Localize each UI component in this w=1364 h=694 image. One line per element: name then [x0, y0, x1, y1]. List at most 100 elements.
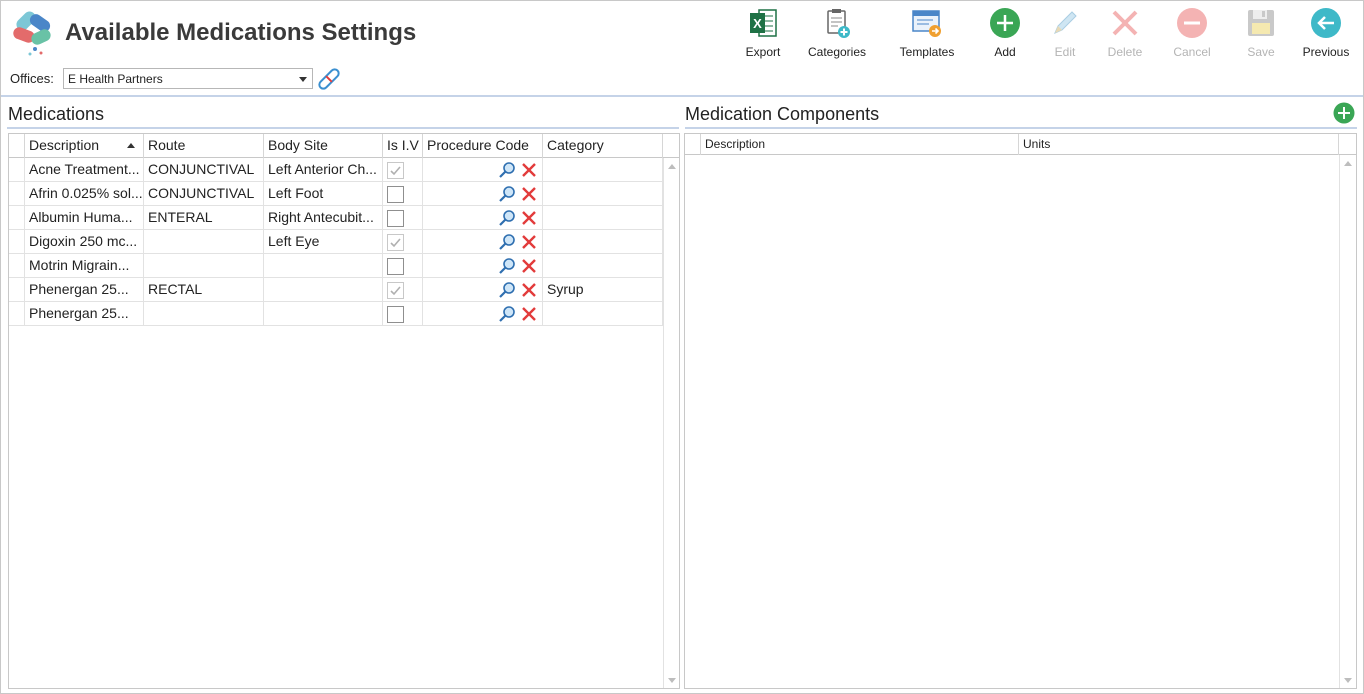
is-iv-checkbox[interactable] — [387, 306, 404, 323]
scroll-up-icon[interactable] — [668, 164, 676, 169]
templates-button[interactable]: Templates — [895, 7, 959, 61]
col-header-component-description[interactable]: Description — [701, 134, 1019, 155]
row-indicator[interactable] — [9, 158, 25, 182]
remove-x-icon[interactable] — [520, 281, 538, 299]
magnifier-icon[interactable] — [498, 233, 516, 251]
is-iv-checkbox[interactable] — [387, 186, 404, 203]
is-iv-checkbox[interactable] — [387, 258, 404, 275]
add-label: Add — [994, 45, 1016, 59]
remove-x-icon[interactable] — [520, 233, 538, 251]
cell-route[interactable] — [144, 230, 264, 254]
magnifier-icon[interactable] — [498, 305, 516, 323]
col-header-procedure-code[interactable]: Procedure Code — [423, 134, 543, 158]
table-row[interactable]: Motrin Migrain... — [9, 254, 663, 278]
medications-title: Medications — [8, 104, 105, 124]
add-button[interactable]: Add — [983, 7, 1027, 61]
cell-description[interactable]: Acne Treatment... — [25, 158, 144, 182]
col-header-route[interactable]: Route — [144, 134, 264, 158]
cell-category[interactable] — [543, 254, 663, 278]
cancel-icon — [1177, 8, 1207, 38]
table-row[interactable]: Phenergan 25... — [9, 302, 663, 326]
row-indicator[interactable] — [9, 302, 25, 326]
magnifier-icon[interactable] — [498, 209, 516, 227]
cell-category[interactable] — [543, 302, 663, 326]
is-iv-checkbox[interactable] — [387, 162, 404, 179]
col-header-units[interactable]: Units — [1019, 134, 1339, 155]
cell-route[interactable]: CONJUNCTIVAL — [144, 182, 264, 206]
procedure-code-actions — [498, 209, 538, 227]
edit-label: Edit — [1054, 45, 1076, 59]
cell-body-site[interactable] — [264, 302, 383, 326]
table-row[interactable]: Phenergan 25... RECTAL Syrup — [9, 278, 663, 302]
cell-body-site[interactable]: Left Eye — [264, 230, 383, 254]
save-button[interactable]: Save — [1241, 7, 1281, 61]
row-indicator[interactable] — [9, 254, 25, 278]
row-indicator[interactable] — [9, 182, 25, 206]
cell-route[interactable] — [144, 254, 264, 278]
cell-description[interactable]: Digoxin 250 mc... — [25, 230, 144, 254]
cell-description[interactable]: Afrin 0.025% sol... — [25, 182, 144, 206]
scroll-down-icon[interactable] — [668, 678, 676, 683]
previous-button[interactable]: Previous — [1299, 7, 1353, 61]
table-row[interactable]: Albumin Huma... ENTERAL Right Antecubit... — [9, 206, 663, 230]
row-indicator[interactable] — [9, 206, 25, 230]
cell-body-site[interactable]: Left Anterior Ch... — [264, 158, 383, 182]
cell-route[interactable] — [144, 302, 264, 326]
offices-dropdown[interactable]: E Health Partners — [63, 68, 313, 89]
cell-body-site[interactable] — [264, 254, 383, 278]
magnifier-icon[interactable] — [498, 281, 516, 299]
col-header-category[interactable]: Category — [543, 134, 663, 158]
cell-category[interactable] — [543, 158, 663, 182]
edit-button[interactable]: Edit — [1045, 7, 1085, 61]
cell-procedure-code — [423, 302, 543, 326]
cell-body-site[interactable] — [264, 278, 383, 302]
scroll-down-icon[interactable] — [1344, 678, 1352, 683]
table-row[interactable]: Digoxin 250 mc... Left Eye — [9, 230, 663, 254]
magnifier-icon[interactable] — [498, 257, 516, 275]
cell-route[interactable]: RECTAL — [144, 278, 264, 302]
remove-x-icon[interactable] — [520, 161, 538, 179]
cell-route[interactable]: CONJUNCTIVAL — [144, 158, 264, 182]
export-button[interactable]: X Export — [739, 7, 787, 61]
excel-icon: X — [750, 9, 777, 37]
add-icon — [990, 8, 1020, 38]
cell-description[interactable]: Phenergan 25... — [25, 278, 144, 302]
table-row[interactable]: Afrin 0.025% sol... CONJUNCTIVAL Left Foot — [9, 182, 663, 206]
cell-body-site[interactable]: Left Foot — [264, 182, 383, 206]
add-component-icon[interactable] — [1333, 102, 1355, 124]
scroll-up-icon[interactable] — [1344, 161, 1352, 166]
cell-body-site[interactable]: Right Antecubit... — [264, 206, 383, 230]
is-iv-checkbox[interactable] — [387, 234, 404, 251]
col-header-description[interactable]: Description — [25, 134, 144, 158]
cell-route[interactable]: ENTERAL — [144, 206, 264, 230]
cell-category[interactable]: Syrup — [543, 278, 663, 302]
row-indicator[interactable] — [9, 230, 25, 254]
cell-description[interactable]: Phenergan 25... — [25, 302, 144, 326]
cancel-label: Cancel — [1173, 45, 1211, 59]
components-scrollbar-track[interactable] — [1339, 155, 1340, 688]
is-iv-checkbox[interactable] — [387, 210, 404, 227]
remove-x-icon[interactable] — [520, 257, 538, 275]
col-header-body-site[interactable]: Body Site — [264, 134, 383, 158]
remove-x-icon[interactable] — [520, 209, 538, 227]
remove-x-icon[interactable] — [520, 185, 538, 203]
cell-category[interactable] — [543, 182, 663, 206]
procedure-code-actions — [498, 233, 538, 251]
categories-button[interactable]: Categories — [805, 7, 869, 61]
row-indicator-header — [9, 134, 25, 158]
row-indicator[interactable] — [9, 278, 25, 302]
remove-x-icon[interactable] — [520, 305, 538, 323]
col-header-is-iv[interactable]: Is I.V — [383, 134, 423, 158]
cancel-button[interactable]: Cancel — [1169, 7, 1215, 61]
cell-description[interactable]: Motrin Migrain... — [25, 254, 144, 278]
is-iv-checkbox[interactable] — [387, 282, 404, 299]
magnifier-icon[interactable] — [498, 161, 516, 179]
cell-description[interactable]: Albumin Huma... — [25, 206, 144, 230]
magnifier-icon[interactable] — [498, 185, 516, 203]
cell-category[interactable] — [543, 206, 663, 230]
office-link-icon[interactable] — [315, 66, 343, 92]
table-row[interactable]: Acne Treatment... CONJUNCTIVAL Left Anteri… — [9, 158, 663, 182]
medications-scrollbar-track[interactable] — [663, 158, 664, 688]
cell-category[interactable] — [543, 230, 663, 254]
delete-button[interactable]: Delete — [1103, 7, 1147, 61]
